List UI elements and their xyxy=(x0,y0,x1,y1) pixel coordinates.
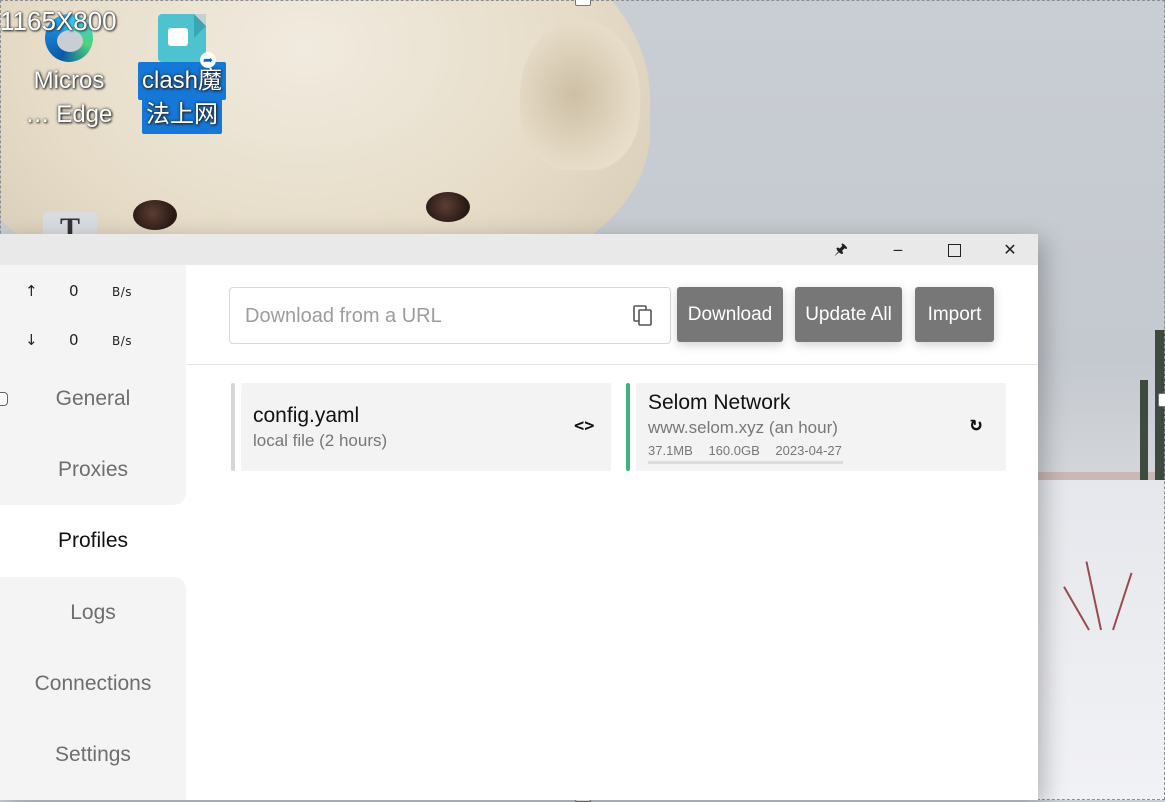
desktop-icon-label: Micros … Edge xyxy=(21,62,117,134)
profile-indicator xyxy=(231,383,235,471)
shortcut-arrow-icon: ➦ xyxy=(200,52,216,68)
profile-usage-meta: 37.1MB 160.0GB 2023-04-27 xyxy=(648,443,854,458)
nav-item-profiles[interactable]: Profiles xyxy=(0,505,186,576)
capture-handle[interactable] xyxy=(575,0,591,6)
close-button[interactable]: ✕ xyxy=(982,234,1038,265)
download-value: 0 xyxy=(69,331,79,349)
maximize-icon xyxy=(948,244,961,257)
url-field[interactable] xyxy=(229,287,671,344)
profile-total: 160.0GB xyxy=(708,443,759,458)
profile-used: 37.1MB xyxy=(648,443,693,458)
capture-handle[interactable] xyxy=(1158,393,1165,407)
profile-card-selom[interactable]: Selom Network www.selom.xyz (an hour) 37… xyxy=(636,383,1006,471)
download-button[interactable]: Download xyxy=(677,287,783,342)
upload-unit: B/s xyxy=(112,285,132,299)
pin-icon[interactable]: 🖈 xyxy=(813,234,869,265)
upload-arrow-icon: ↑ xyxy=(25,282,38,300)
wallpaper-bear-ear xyxy=(520,20,640,170)
refresh-icon[interactable]: ↻ xyxy=(970,411,982,435)
nav-item-logs[interactable]: Logs xyxy=(0,577,186,648)
download-arrow-icon: ↓ xyxy=(25,331,38,349)
upload-speed: ↑ 0 B/s xyxy=(0,282,186,302)
profiles-page: Download Update All Import config.yaml l… xyxy=(186,265,1038,800)
profile-subtitle: www.selom.xyz (an hour) xyxy=(648,418,838,438)
profile-indicator-selected xyxy=(626,383,630,471)
wallpaper-tree xyxy=(1140,380,1148,480)
desktop-icon-label: clash魔 法上网 xyxy=(134,62,230,134)
sidebar: ↑ 0 B/s ↓ 0 B/s General Proxies Profiles… xyxy=(0,265,186,800)
nav-item-proxies[interactable]: Proxies xyxy=(0,434,186,505)
profile-subtitle: local file (2 hours) xyxy=(253,431,387,451)
profile-usage-bar xyxy=(648,461,843,464)
download-unit: B/s xyxy=(112,334,132,348)
capture-size-label: 1165X800 xyxy=(0,6,117,37)
desktop-icon-clash[interactable]: ➦ clash魔 法上网 xyxy=(134,14,230,134)
nav-item-settings[interactable]: Settings xyxy=(0,719,186,800)
cube-icon xyxy=(168,28,188,46)
profiles-toolbar: Download Update All Import xyxy=(186,265,1038,365)
sidebar-nav: General Proxies Profiles Logs Connection… xyxy=(0,363,186,800)
wallpaper-snow xyxy=(1038,480,1165,800)
traffic-panel: ↑ 0 B/s ↓ 0 B/s xyxy=(0,265,186,363)
title-bar[interactable]: 🖈 ‒ ✕ xyxy=(0,234,1038,265)
clash-app-icon: ➦ xyxy=(158,14,206,62)
url-input[interactable] xyxy=(243,288,617,345)
profile-expires: 2023-04-27 xyxy=(775,443,842,458)
update-all-button[interactable]: Update All xyxy=(795,287,902,342)
profile-name: Selom Network xyxy=(648,391,790,415)
minimize-button[interactable]: ‒ xyxy=(870,234,926,265)
download-speed: ↓ 0 B/s xyxy=(0,331,186,351)
profile-name: config.yaml xyxy=(253,404,359,428)
maximize-button[interactable] xyxy=(926,234,982,265)
import-button[interactable]: Import xyxy=(915,287,994,342)
wallpaper-bear-eye xyxy=(133,200,177,230)
profile-card-config[interactable]: config.yaml local file (2 hours) <> xyxy=(241,383,611,471)
paste-icon[interactable] xyxy=(633,305,653,327)
wallpaper-bear-eye xyxy=(426,192,470,222)
typora-icon[interactable]: T xyxy=(43,212,97,236)
clash-window: 🖈 ‒ ✕ ↑ 0 B/s ↓ 0 B/s General Proxies Pr… xyxy=(0,234,1038,800)
nav-item-connections[interactable]: Connections xyxy=(0,648,186,719)
nav-item-general[interactable]: General xyxy=(0,363,186,434)
upload-value: 0 xyxy=(69,282,79,300)
resize-knob[interactable] xyxy=(0,392,8,406)
code-icon[interactable]: <> xyxy=(574,416,594,436)
